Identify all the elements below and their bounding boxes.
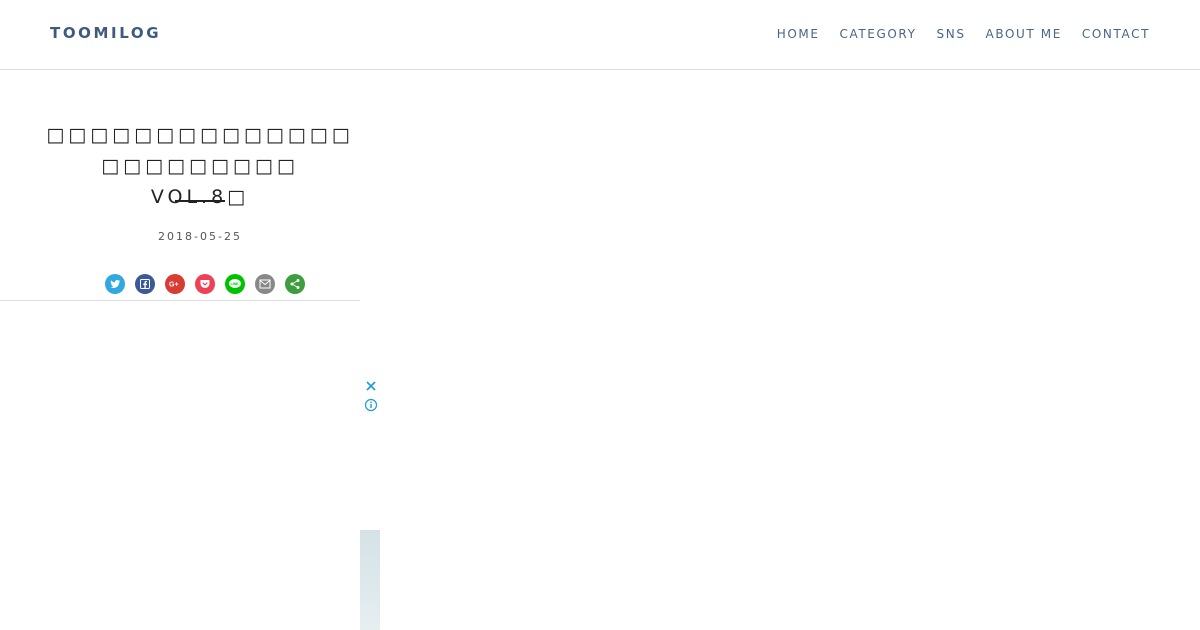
svg-text:G+: G+ bbox=[169, 282, 179, 289]
nav-about-me[interactable]: ABOUT ME bbox=[986, 27, 1062, 41]
nav-sns[interactable]: SNS bbox=[937, 27, 966, 41]
nav-contact[interactable]: CONTACT bbox=[1082, 27, 1150, 41]
site-header: TOOMILOG HOME CATEGORY SNS ABOUT ME CONT… bbox=[0, 0, 1200, 70]
line-icon: LINE bbox=[229, 279, 241, 288]
twitter-icon bbox=[110, 279, 121, 288]
google-plus-icon: G+ bbox=[169, 282, 179, 289]
post-date: 2018-05-25 bbox=[158, 230, 242, 243]
site-logo[interactable]: TOOMILOG bbox=[50, 24, 161, 42]
ad-close-button[interactable] bbox=[364, 380, 378, 394]
nav-category[interactable]: CATEGORY bbox=[840, 27, 917, 41]
content-divider bbox=[0, 300, 360, 301]
share-buttons: G+ LINE bbox=[105, 274, 315, 294]
svg-text:LINE: LINE bbox=[231, 282, 240, 286]
facebook-icon bbox=[140, 279, 150, 289]
article-image-edge bbox=[360, 530, 380, 630]
article-title-line-2: VOL.8□ bbox=[150, 186, 250, 208]
more-share-button[interactable] bbox=[285, 274, 305, 294]
email-share-button[interactable] bbox=[255, 274, 275, 294]
email-icon bbox=[259, 279, 271, 289]
info-icon bbox=[364, 398, 378, 412]
twitter-share-button[interactable] bbox=[105, 274, 125, 294]
google-plus-share-button[interactable]: G+ bbox=[165, 274, 185, 294]
line-share-button[interactable]: LINE bbox=[225, 274, 245, 294]
pocket-icon bbox=[200, 280, 210, 288]
main-nav: HOME CATEGORY SNS ABOUT ME CONTACT bbox=[757, 27, 1150, 41]
ad-info-button[interactable] bbox=[364, 397, 378, 412]
close-icon bbox=[366, 381, 376, 391]
more-icon bbox=[290, 279, 300, 289]
facebook-share-button[interactable] bbox=[135, 274, 155, 294]
nav-home[interactable]: HOME bbox=[777, 27, 820, 41]
article-title-line-1: □□□□□□□□□□□□□□ □□□□□□□□□ bbox=[46, 124, 354, 177]
title-underline bbox=[175, 200, 225, 202]
pocket-share-button[interactable] bbox=[195, 274, 215, 294]
